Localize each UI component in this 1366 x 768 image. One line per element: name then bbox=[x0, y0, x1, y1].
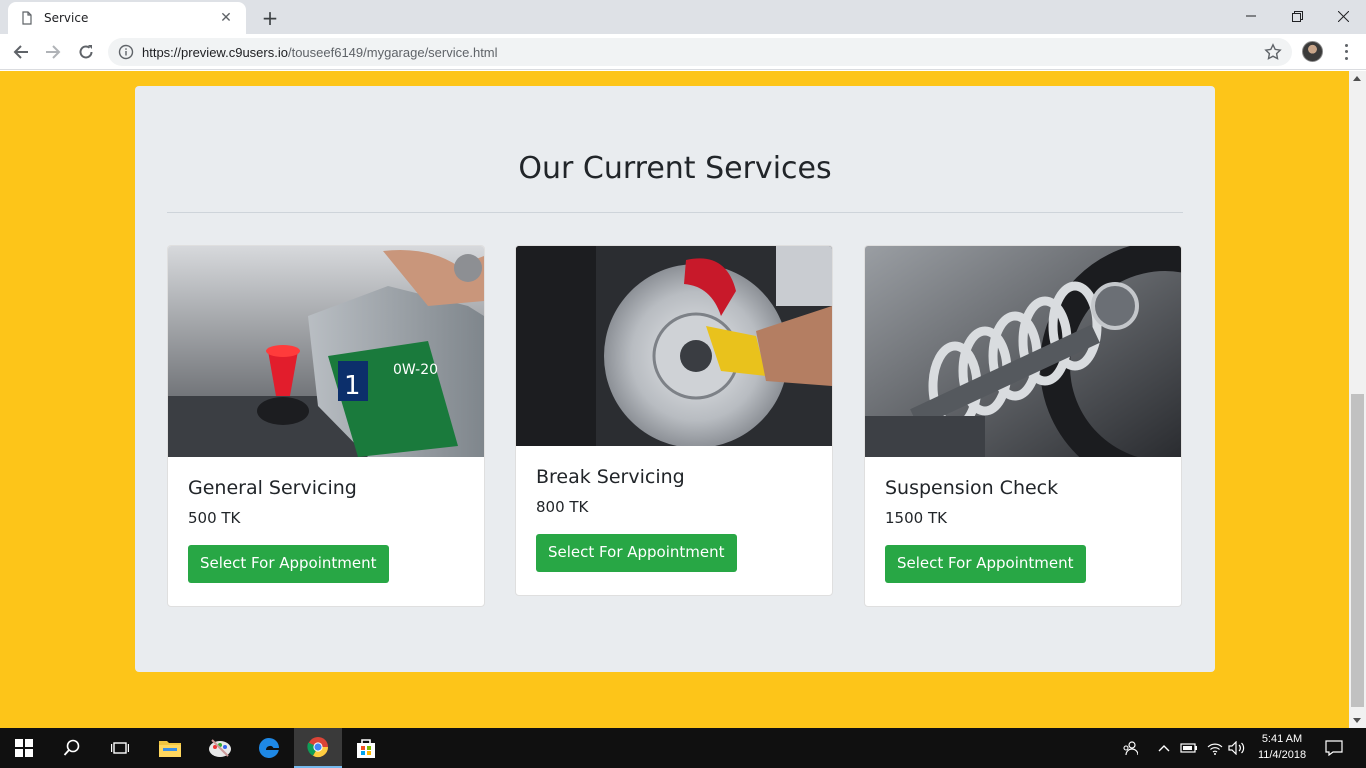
store-icon[interactable] bbox=[342, 728, 390, 768]
service-price: 500 TK bbox=[188, 509, 241, 527]
scroll-down-icon[interactable] bbox=[1353, 718, 1361, 723]
browser-toolbar: https://preview.c9users.io/touseef6149/m… bbox=[0, 34, 1366, 70]
window-close-icon[interactable] bbox=[1320, 0, 1366, 32]
search-icon[interactable] bbox=[48, 728, 96, 768]
chevron-up-icon[interactable] bbox=[1154, 728, 1174, 768]
taskbar: 5:41 AM 11/4/2018 bbox=[0, 728, 1366, 768]
reload-icon[interactable] bbox=[73, 39, 99, 65]
services-section: Our Current Services 1 0W-20 General Ser… bbox=[135, 86, 1215, 672]
svg-text:1: 1 bbox=[344, 371, 361, 401]
tab-strip: Service ✕ + bbox=[0, 0, 1366, 34]
document-icon bbox=[20, 11, 34, 25]
clock-time: 5:41 AM bbox=[1261, 733, 1303, 745]
vertical-scrollbar[interactable] bbox=[1349, 71, 1366, 728]
card-body: Suspension Check 1500 TK Select For Appo… bbox=[865, 457, 1181, 603]
forward-arrow-icon[interactable] bbox=[40, 39, 66, 65]
service-name: Suspension Check bbox=[885, 477, 1059, 499]
url-host: https://preview.c9users.io bbox=[142, 44, 288, 60]
browser-tab[interactable]: Service ✕ bbox=[8, 2, 246, 34]
bookmark-star-icon[interactable] bbox=[1264, 43, 1282, 61]
service-card: Break Servicing 800 TK Select For Appoin… bbox=[515, 245, 833, 596]
service-name: General Servicing bbox=[188, 477, 357, 499]
people-icon[interactable] bbox=[1118, 728, 1142, 768]
system-clock[interactable]: 5:41 AM 11/4/2018 bbox=[1250, 731, 1314, 763]
oil-change-photo: 1 0W-20 bbox=[168, 246, 484, 457]
service-card: Suspension Check 1500 TK Select For Appo… bbox=[864, 245, 1182, 607]
profile-avatar[interactable] bbox=[1302, 41, 1323, 62]
file-explorer-icon[interactable] bbox=[146, 728, 194, 768]
suspension-coil-photo bbox=[865, 246, 1181, 457]
clock-date: 11/4/2018 bbox=[1257, 749, 1307, 761]
wifi-icon[interactable] bbox=[1204, 728, 1226, 768]
new-tab-icon[interactable]: + bbox=[258, 6, 282, 30]
info-icon[interactable] bbox=[118, 44, 134, 60]
select-appointment-button[interactable]: Select For Appointment bbox=[885, 545, 1086, 583]
address-bar[interactable]: https://preview.c9users.io/touseef6149/m… bbox=[108, 38, 1292, 66]
notifications-icon[interactable] bbox=[1320, 728, 1348, 768]
tab-title: Service bbox=[44, 11, 89, 25]
page-title: Our Current Services bbox=[518, 151, 832, 186]
url-path: /touseef6149/mygarage/service.html bbox=[287, 44, 498, 60]
service-card: 1 0W-20 General Servicing 500 TK Select … bbox=[167, 245, 485, 607]
card-body: General Servicing 500 TK Select For Appo… bbox=[168, 457, 484, 603]
divider bbox=[167, 212, 1183, 213]
back-arrow-icon[interactable] bbox=[8, 39, 34, 65]
scrollbar-thumb[interactable] bbox=[1351, 394, 1364, 707]
page-viewport: Our Current Services 1 0W-20 General Ser… bbox=[0, 71, 1349, 728]
card-body: Break Servicing 800 TK Select For Appoin… bbox=[516, 446, 832, 592]
minimize-icon[interactable] bbox=[1228, 0, 1274, 32]
volume-icon[interactable] bbox=[1226, 728, 1248, 768]
tab-close-icon[interactable]: ✕ bbox=[218, 10, 234, 26]
select-appointment-button[interactable]: Select For Appointment bbox=[536, 534, 737, 572]
edge-browser-icon[interactable] bbox=[245, 728, 293, 768]
restore-icon[interactable] bbox=[1274, 0, 1320, 32]
task-view-icon[interactable] bbox=[96, 728, 144, 768]
service-price: 1500 TK bbox=[885, 509, 947, 527]
menu-kebab-icon[interactable] bbox=[1340, 42, 1352, 62]
svg-text:0W-20: 0W-20 bbox=[393, 362, 438, 378]
service-name: Break Servicing bbox=[536, 466, 685, 488]
paint-icon[interactable] bbox=[196, 728, 244, 768]
select-appointment-button[interactable]: Select For Appointment bbox=[188, 545, 389, 583]
windows-start-icon[interactable] bbox=[0, 728, 48, 768]
scroll-up-icon[interactable] bbox=[1353, 76, 1361, 81]
battery-icon[interactable] bbox=[1178, 728, 1200, 768]
service-price: 800 TK bbox=[536, 498, 589, 516]
brake-disc-photo bbox=[516, 246, 832, 446]
chrome-icon[interactable] bbox=[294, 728, 342, 768]
